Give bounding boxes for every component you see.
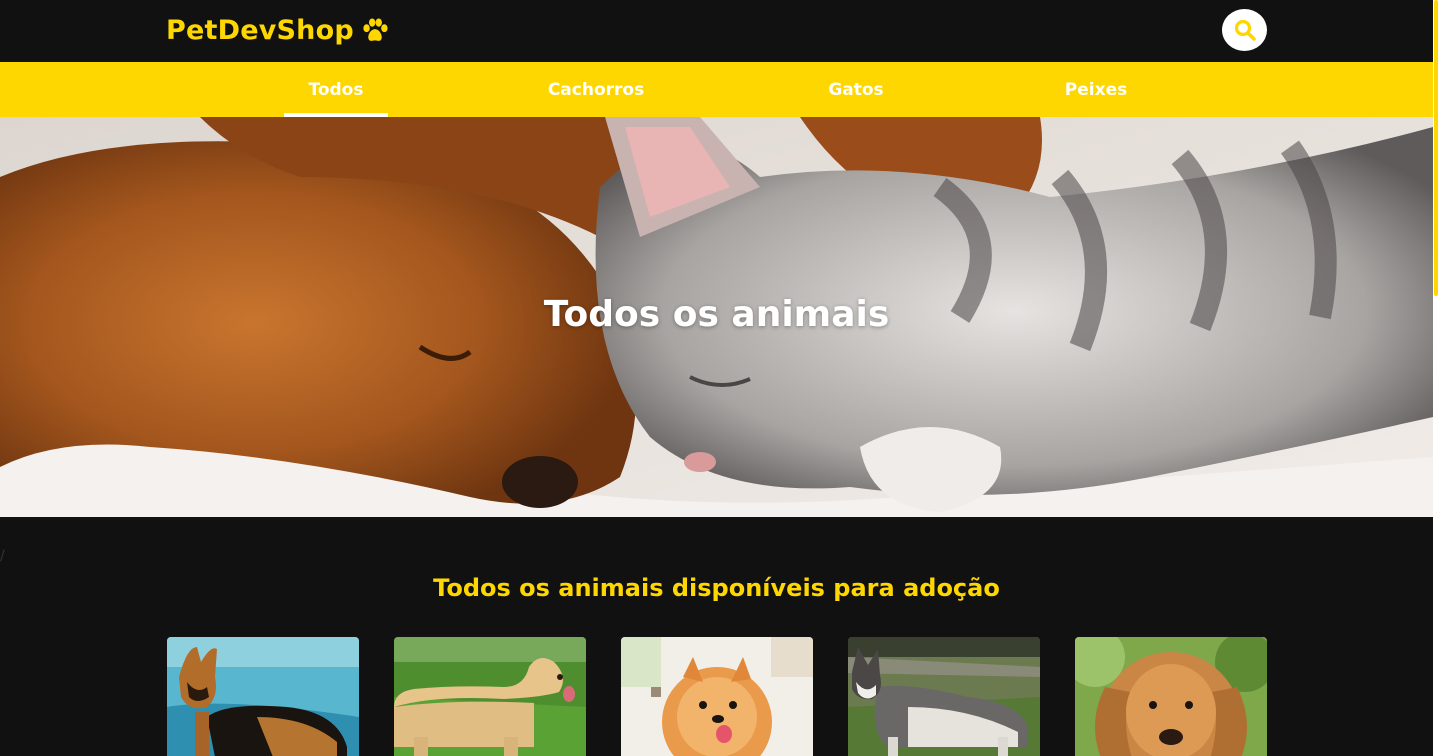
labrador-photo — [394, 637, 586, 756]
brand-logo[interactable]: PetDevShop — [166, 13, 390, 49]
hero-title: Todos os animais — [543, 294, 890, 335]
husky-photo — [848, 637, 1040, 756]
scrollbar-thumb[interactable] — [1434, 0, 1438, 296]
search-icon — [1234, 19, 1256, 41]
tab-peixes[interactable]: Peixes — [1058, 62, 1134, 117]
tab-gatos[interactable]: Gatos — [816, 62, 896, 117]
hero-banner: Todos os animais — [0, 117, 1433, 517]
pet-card-husky[interactable] — [848, 637, 1040, 756]
section-title: Todos os animais disponíveis para adoção — [433, 574, 1000, 602]
german-shepherd-photo — [167, 637, 359, 756]
top-header: PetDevShop — [0, 0, 1433, 62]
category-nav: Todos Cachorros Gatos Peixes — [0, 62, 1433, 117]
pet-card-golden-retriever[interactable] — [1075, 637, 1267, 756]
tab-todos[interactable]: Todos — [284, 62, 388, 117]
brand-name: PetDevShop — [166, 15, 354, 46]
pet-card-labrador[interactable] — [394, 637, 586, 756]
stray-character: / — [0, 548, 5, 564]
pomeranian-photo — [621, 637, 813, 756]
paw-icon — [363, 18, 388, 41]
search-button[interactable] — [1222, 9, 1267, 51]
golden-retriever-photo — [1075, 637, 1267, 756]
tab-cachorros[interactable]: Cachorros — [538, 62, 654, 117]
pet-card-german-shepherd[interactable] — [167, 637, 359, 756]
pet-card-pomeranian[interactable] — [621, 637, 813, 756]
